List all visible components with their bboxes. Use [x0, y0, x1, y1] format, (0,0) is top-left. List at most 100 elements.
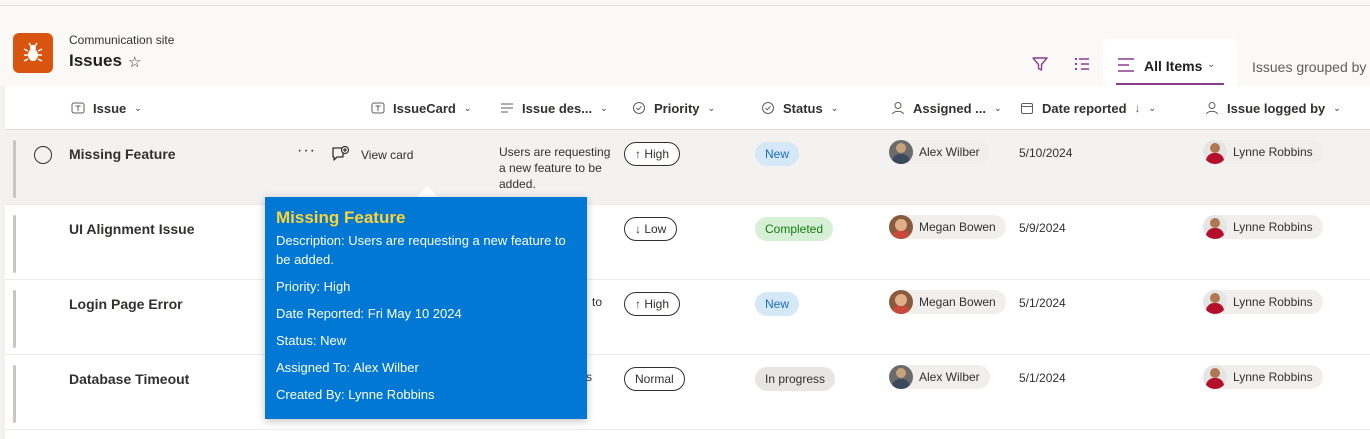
person-name: Lynne Robbins: [1233, 370, 1313, 384]
row-indicator: [13, 140, 16, 198]
calendar-icon: [1021, 103, 1033, 114]
person-name: Megan Bowen: [919, 220, 996, 234]
chevron-down-icon: ⌄: [134, 102, 142, 113]
chevron-down-icon: ⌄: [993, 102, 1002, 113]
list-header: Communication site Issues ☆ All Items ⌄ …: [0, 6, 1370, 91]
card-title: Missing Feature: [276, 208, 406, 227]
filter-icon[interactable]: [1030, 54, 1050, 74]
chevron-down-icon: ⌄: [830, 102, 839, 113]
view-tab-all-items[interactable]: All Items ⌄: [1103, 39, 1237, 91]
issue-card-popup[interactable]: Missing Feature Description: Users are r…: [265, 197, 587, 419]
chevron-down-icon: ⌄: [600, 102, 608, 113]
card-created-by: Created By: Lynne Robbins: [276, 387, 435, 402]
status-badge: In progress: [755, 367, 836, 391]
row-indicator: [13, 365, 16, 423]
choice-column-icon: [633, 102, 645, 114]
logged-by-person[interactable]: Lynne Robbins: [1203, 140, 1323, 164]
avatar: [889, 365, 913, 389]
status-badge: Completed: [755, 217, 834, 241]
multiline-text-icon: [501, 103, 513, 113]
issue-title[interactable]: Login Page Error: [69, 296, 183, 312]
issue-title[interactable]: Missing Feature: [69, 146, 176, 162]
text-column-icon: [371, 102, 385, 114]
issue-description: Users are requesting a new feature to be…: [499, 145, 611, 191]
table-row[interactable]: UI Alignment Issue ↓ Low Completed Megan…: [5, 205, 1370, 280]
person-column-icon: [892, 102, 904, 115]
site-logo[interactable]: [13, 33, 53, 73]
column-header-label: IssueCard: [393, 100, 456, 116]
column-header-label: Issue des...: [522, 100, 593, 116]
assigned-person[interactable]: Alex Wilber: [889, 140, 990, 164]
chevron-down-icon: ⌄: [463, 102, 472, 113]
view-card-link[interactable]: View card: [361, 148, 413, 162]
column-header-label: Date reported: [1042, 100, 1127, 116]
text-column-icon: [71, 102, 85, 114]
site-name[interactable]: Communication site: [69, 33, 174, 47]
priority-badge: Normal: [624, 367, 685, 391]
column-header-label: Assigned ...: [913, 100, 986, 116]
avatar: [1203, 215, 1227, 239]
group-by-icon[interactable]: [1072, 54, 1092, 74]
chevron-down-icon: ⌄: [1333, 102, 1341, 113]
date-reported: 5/9/2024: [1019, 221, 1066, 235]
avatar: [889, 290, 913, 314]
column-header-date-reported[interactable]: Date reported ↓ ⌄: [1020, 86, 1156, 130]
list-grid: Issue ⌄ IssueCard ⌄ Issue des... ⌄ Prior…: [5, 86, 1370, 439]
date-reported: 5/10/2024: [1019, 146, 1073, 160]
column-header-priority[interactable]: Priority ⌄: [632, 86, 715, 130]
more-options-icon[interactable]: ···: [297, 142, 316, 160]
status-badge: New: [755, 142, 800, 166]
column-header-description[interactable]: Issue des... ⌄: [500, 86, 608, 130]
priority-badge: ↑ High: [624, 142, 681, 166]
table-row[interactable]: Login Page Error to ↑ High New Megan Bow…: [5, 280, 1370, 355]
avatar: [1203, 140, 1227, 164]
row-indicator: [13, 215, 16, 273]
column-header-label: Issue logged by: [1227, 100, 1326, 116]
card-popup-beak: [416, 186, 438, 197]
logged-by-person[interactable]: Lynne Robbins: [1203, 215, 1323, 239]
page-title: Issues: [69, 51, 122, 70]
row-select-checkbox[interactable]: [34, 146, 52, 164]
table-row[interactable]: Missing Feature ··· View card Users are …: [5, 130, 1370, 205]
column-header-label: Priority: [654, 100, 700, 116]
chevron-down-icon: ⌄: [1148, 102, 1157, 113]
card-date-reported: Date Reported: Fri May 10 2024: [276, 306, 462, 321]
chevron-down-icon: ⌄: [707, 102, 716, 113]
avatar: [1203, 365, 1227, 389]
active-tab-indicator: [1116, 83, 1224, 85]
view-tab-grouped[interactable]: Issues grouped by: [1252, 59, 1366, 75]
table-row[interactable]: Database Timeout s Normal In progress Al…: [5, 355, 1370, 430]
issue-title[interactable]: UI Alignment Issue: [69, 221, 195, 237]
card-priority: Priority: High: [276, 279, 351, 294]
column-header-issue[interactable]: Issue ⌄: [71, 86, 142, 130]
favorite-star-icon[interactable]: ☆: [128, 53, 141, 71]
column-header-issuecard[interactable]: IssueCard ⌄: [371, 86, 471, 130]
avatar: [1203, 290, 1227, 314]
logged-by-person[interactable]: Lynne Robbins: [1203, 365, 1323, 389]
issue-title[interactable]: Database Timeout: [69, 371, 189, 387]
column-header-assigned[interactable]: Assigned ... ⌄: [891, 86, 1002, 130]
avatar: [889, 140, 913, 164]
sort-descending-icon: ↓: [1134, 101, 1141, 115]
person-name: Lynne Robbins: [1233, 145, 1313, 159]
assigned-person[interactable]: Alex Wilber: [889, 365, 990, 389]
row-indicator: [13, 290, 16, 348]
person-name: Alex Wilber: [919, 370, 980, 384]
card-assigned-to: Assigned To: Alex Wilber: [276, 360, 419, 375]
person-name: Lynne Robbins: [1233, 295, 1313, 309]
priority-badge: ↑ High: [624, 292, 681, 316]
view-tab-label: All Items: [1144, 58, 1203, 74]
logged-by-person[interactable]: Lynne Robbins: [1203, 290, 1323, 314]
card-description: Description: Users are requesting a new …: [276, 233, 566, 267]
column-header-status[interactable]: Status ⌄: [761, 86, 838, 130]
choice-column-icon: [762, 102, 774, 114]
assigned-person[interactable]: Megan Bowen: [889, 290, 1006, 314]
column-header-logged-by[interactable]: Issue logged by ⌄: [1205, 86, 1341, 130]
card-comment-icon[interactable]: [330, 144, 350, 164]
avatar: [889, 215, 913, 239]
bug-icon: [23, 42, 43, 62]
priority-badge: ↓ Low: [624, 217, 678, 241]
assigned-person[interactable]: Megan Bowen: [889, 215, 1006, 239]
person-column-icon: [1206, 102, 1218, 115]
person-name: Lynne Robbins: [1233, 220, 1313, 234]
